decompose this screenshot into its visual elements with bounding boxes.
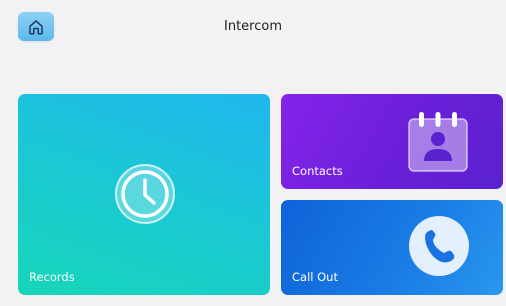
page-title: Intercom (224, 19, 282, 34)
contact-card-icon (407, 109, 469, 177)
call-out-tile[interactable]: Call Out (281, 200, 503, 295)
contacts-label: Contacts (292, 164, 343, 178)
clock-icon (114, 163, 176, 229)
records-tile[interactable]: Records (18, 94, 270, 295)
call-out-label: Call Out (292, 270, 338, 284)
records-label: Records (29, 270, 75, 284)
contacts-tile[interactable]: Contacts (281, 94, 503, 189)
phone-icon (407, 214, 471, 282)
